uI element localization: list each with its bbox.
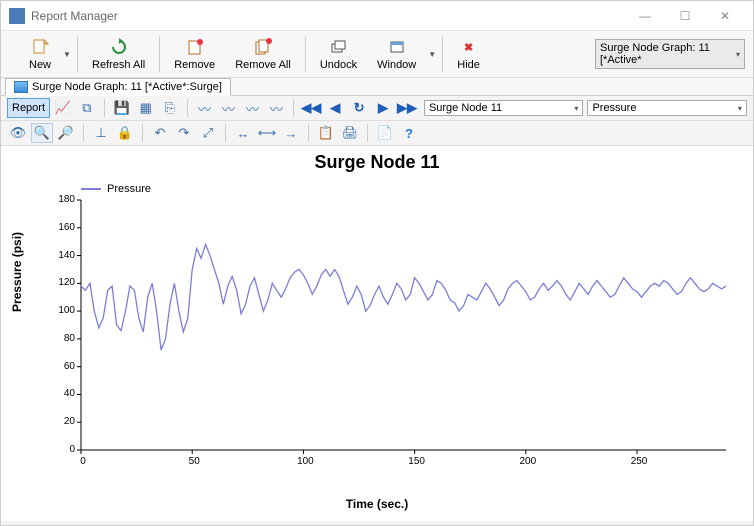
remove-all-label: Remove All: [235, 59, 291, 71]
close-button[interactable]: ✕: [705, 2, 745, 30]
help-icon[interactable]: ?: [398, 123, 420, 143]
new-button[interactable]: New: [19, 33, 61, 75]
node-select[interactable]: Surge Node 11 ▾: [424, 100, 584, 116]
print-icon[interactable]: 🖨: [339, 123, 361, 143]
window-label: Window: [377, 59, 416, 71]
refresh-all-button[interactable]: Refresh All: [82, 33, 155, 75]
x-tick: 250: [627, 456, 651, 467]
zoom-out-icon[interactable]: 🔎: [55, 123, 77, 143]
axis-y-icon[interactable]: ⊥: [90, 123, 112, 143]
y-tick: 180: [53, 194, 75, 205]
y-tick: 40: [53, 388, 75, 399]
y-tick: 120: [53, 277, 75, 288]
refresh-all-label: Refresh All: [92, 59, 145, 71]
refresh-icon: [109, 37, 129, 57]
copy-icon[interactable]: ⧉: [76, 98, 98, 118]
window-button[interactable]: Window: [367, 33, 426, 75]
zoom-in-icon[interactable]: 🔍: [31, 123, 53, 143]
nav-refresh-icon[interactable]: ↻: [348, 98, 370, 118]
report-button[interactable]: Report: [7, 98, 50, 118]
chevron-down-icon: ▾: [738, 104, 742, 113]
maximize-button[interactable]: ☐: [665, 2, 705, 30]
app-icon: [9, 8, 25, 24]
y-tick: 100: [53, 305, 75, 316]
x-tick: 200: [516, 456, 540, 467]
chevron-down-icon: ▾: [736, 50, 740, 59]
y-tick: 0: [53, 444, 75, 455]
x-tick: 100: [293, 456, 317, 467]
series-4-icon[interactable]: 〰: [265, 98, 287, 118]
x-axis-label: Time (sec.): [11, 497, 743, 511]
nav-prev-icon[interactable]: ◀: [324, 98, 346, 118]
pan-left-icon[interactable]: ↔: [232, 123, 254, 143]
chart-icon: [14, 81, 28, 93]
undock-label: Undock: [320, 59, 357, 71]
table-icon[interactable]: ▦: [135, 98, 157, 118]
window-title: Report Manager: [31, 9, 625, 23]
chevron-down-icon: ▾: [574, 104, 578, 113]
y-tick: 140: [53, 250, 75, 261]
remove-all-button[interactable]: Remove All: [225, 33, 301, 75]
y-tick: 160: [53, 222, 75, 233]
pan-right-icon[interactable]: →: [280, 123, 302, 143]
tab-surge-node-graph[interactable]: Surge Node Graph: 11 [*Active*:Surge]: [5, 78, 231, 96]
hide-icon: ✖: [459, 37, 479, 57]
nav-first-icon[interactable]: ◀◀: [300, 98, 322, 118]
series-1-icon[interactable]: 〰: [194, 98, 216, 118]
tab-label: Surge Node Graph: 11 [*Active*:Surge]: [32, 81, 222, 93]
chart-plot: [61, 195, 731, 475]
pan-both-icon[interactable]: ⟷: [256, 123, 278, 143]
nav-next-icon[interactable]: ▶: [372, 98, 394, 118]
y-axis-label: Pressure (psi): [10, 232, 24, 312]
export-icon[interactable]: ⎘: [159, 98, 181, 118]
new-icon: [30, 37, 50, 57]
expand-icon[interactable]: ⤢: [197, 123, 219, 143]
graph-selector-dropdown[interactable]: Surge Node Graph: 11 [*Active* ▾: [595, 39, 745, 69]
save-icon[interactable]: 💾: [111, 98, 133, 118]
undo-icon[interactable]: ↶: [149, 123, 171, 143]
hide-label: Hide: [457, 59, 480, 71]
series-select-label: Pressure: [592, 102, 636, 114]
axis-lock-icon[interactable]: 🔒: [114, 123, 136, 143]
redo-icon[interactable]: ↷: [173, 123, 195, 143]
undock-button[interactable]: Undock: [310, 33, 367, 75]
legend-label: Pressure: [107, 183, 151, 195]
remove-button[interactable]: Remove: [164, 33, 225, 75]
chart-title: Surge Node 11: [11, 152, 743, 173]
node-select-label: Surge Node 11: [429, 102, 502, 114]
new-label: New: [29, 59, 51, 71]
series-2-icon[interactable]: 〰: [218, 98, 240, 118]
eye-icon[interactable]: 👁: [7, 123, 29, 143]
graph-selector-label: Surge Node Graph: 11 [*Active*: [600, 42, 736, 66]
clipboard-icon[interactable]: 📋: [315, 123, 337, 143]
new-dropdown[interactable]: ▼: [61, 50, 73, 59]
series-select[interactable]: Pressure ▾: [587, 100, 747, 116]
nav-last-icon[interactable]: ▶▶: [396, 98, 418, 118]
undock-icon: [328, 37, 348, 57]
remove-label: Remove: [174, 59, 215, 71]
chart-legend: Pressure: [81, 183, 743, 195]
y-tick: 80: [53, 333, 75, 344]
hide-button[interactable]: ✖ Hide: [447, 33, 490, 75]
y-tick: 20: [53, 416, 75, 427]
legend-swatch: [81, 188, 101, 190]
minimize-button[interactable]: —: [625, 2, 665, 30]
chart-line-icon[interactable]: 📈: [52, 98, 74, 118]
x-tick: 50: [182, 456, 206, 467]
y-tick: 60: [53, 361, 75, 372]
window-dropdown[interactable]: ▼: [426, 50, 438, 59]
series-3-icon[interactable]: 〰: [241, 98, 263, 118]
x-tick: 150: [405, 456, 429, 467]
window-icon: [387, 37, 407, 57]
remove-all-icon: [253, 37, 273, 57]
x-tick: 0: [71, 456, 95, 467]
doc-icon[interactable]: 📄: [374, 123, 396, 143]
remove-icon: [185, 37, 205, 57]
